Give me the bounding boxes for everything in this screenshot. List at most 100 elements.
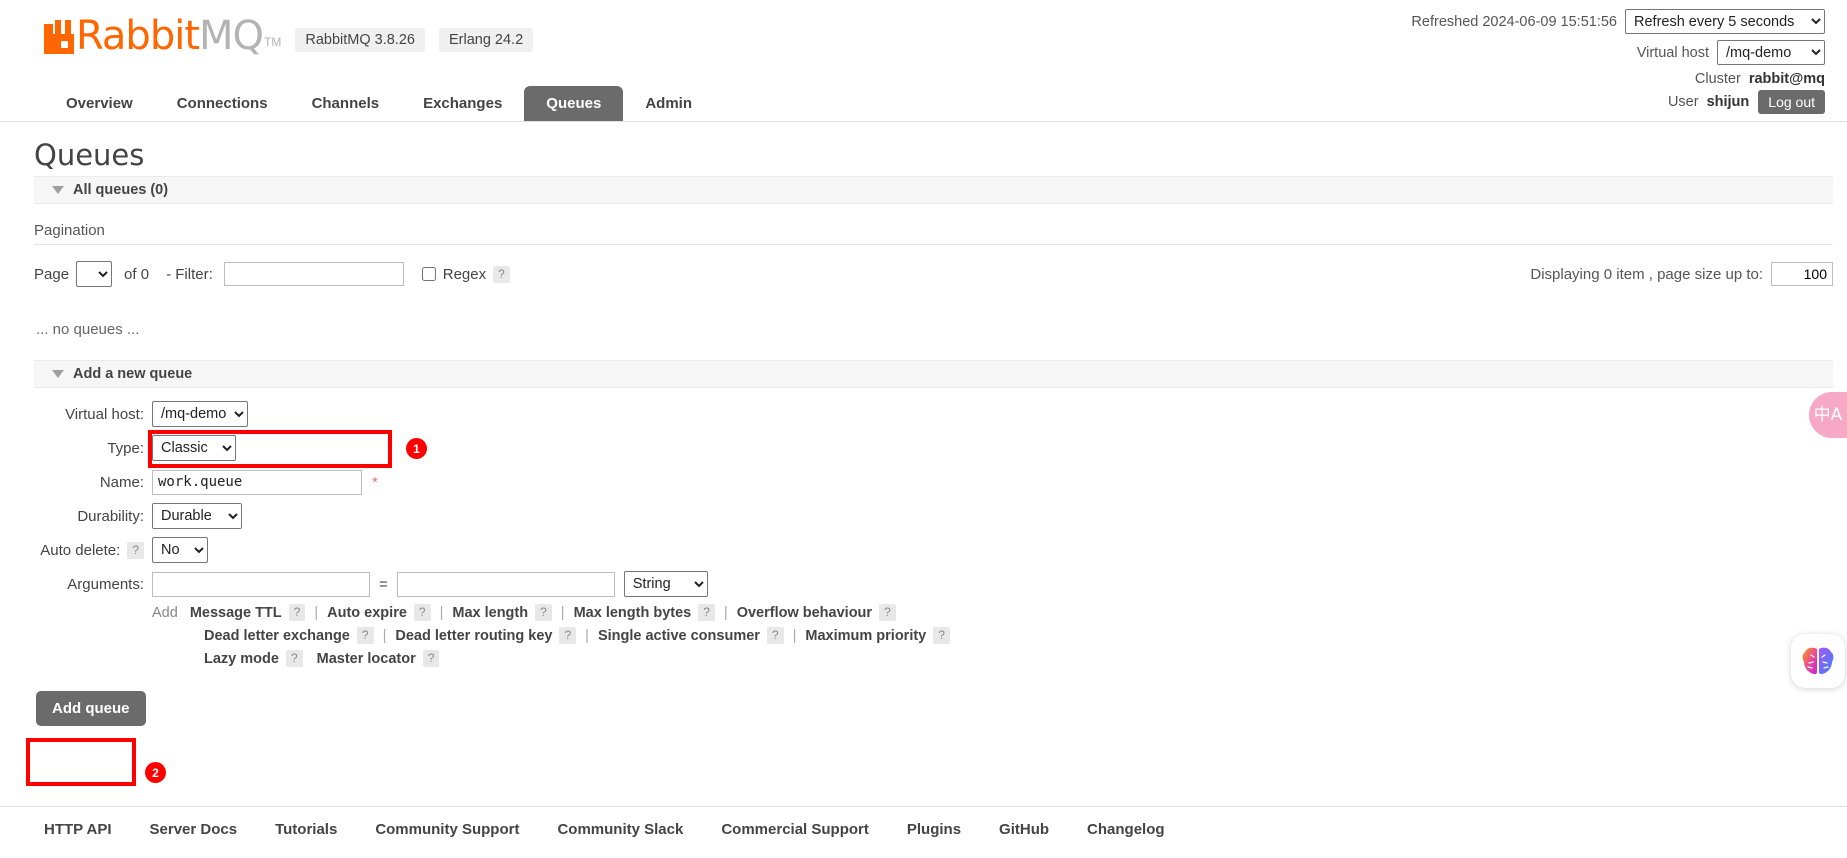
argument-add-label: Add [152,604,178,621]
page-select[interactable] [76,261,113,287]
preset-separator: | [585,627,589,644]
preset-dead-letter-routing-key[interactable]: Dead letter routing key [395,628,552,644]
filter-input[interactable] [223,262,404,286]
tab-exchanges[interactable]: Exchanges [401,86,524,121]
user-label: User [1667,94,1699,110]
single-active-consumer-help-icon[interactable]: ? [766,627,784,644]
master-locator-help-icon[interactable]: ? [422,650,440,667]
preset-dead-letter-exchange[interactable]: Dead letter exchange [204,628,350,644]
add-queue-submit-row: Add queue [36,691,1847,726]
dead-letter-routing-key-help-icon[interactable]: ? [559,627,577,644]
form-row-arguments: Arguments: = String [0,570,1847,598]
argument-value-input[interactable] [396,571,615,597]
footer-link-server-docs[interactable]: Server Docs [150,821,238,838]
vhost-row: Virtual host /mq-demo [1411,40,1825,65]
regex-checkbox[interactable] [421,267,436,281]
vhost-select[interactable]: /mq-demo [1717,40,1825,65]
tab-connections[interactable]: Connections [155,86,290,121]
main-content: Queues All queues (0) Pagination Page of… [0,138,1847,726]
page-size-input[interactable] [1771,262,1833,286]
ai-assistant-widget-button[interactable] [1791,634,1845,688]
max-length-help-icon[interactable]: ? [535,604,552,621]
user-name: shijun [1706,94,1750,110]
preset-overflow-behaviour[interactable]: Overflow behaviour [737,605,872,621]
footer-link-commercial-support[interactable]: Commercial Support [721,821,869,838]
footer-link-tutorials[interactable]: Tutorials [275,821,337,838]
translate-widget-button[interactable]: 中A [1809,392,1847,438]
main-navigation: Overview Connections Channels Exchanges … [44,86,714,121]
overflow-behaviour-help-icon[interactable]: ? [879,604,896,621]
refreshed-timestamp: Refreshed 2024-06-09 15:51:56 [1411,13,1617,30]
translate-icon: 中A [1813,404,1843,425]
pagination-controls: Page of 0 - Filter: Regex ? Displaying 0… [34,259,1847,289]
argument-type-select[interactable]: String [623,571,708,597]
tab-overview[interactable]: Overview [44,86,155,121]
max-length-bytes-help-icon[interactable]: ? [698,604,715,621]
tab-queues[interactable]: Queues [524,86,624,121]
header-controls: Refreshed 2024-06-09 15:51:56 Refresh ev… [1411,9,1825,120]
footer-link-community-support[interactable]: Community Support [375,821,519,838]
lazy-mode-help-icon[interactable]: ? [285,650,303,667]
add-queue-button[interactable]: Add queue [36,691,146,726]
message-ttl-help-icon[interactable]: ? [288,604,306,621]
preset-auto-expire[interactable]: Auto expire [327,605,407,621]
argument-presets-row-1: Add Message TTL ? | Auto expire ? | Max … [152,604,896,621]
regex-control: Regex ? [421,265,510,283]
preset-max-length-bytes[interactable]: Max length bytes [574,605,692,621]
preset-message-ttl[interactable]: Message TTL [190,605,282,621]
preset-max-length[interactable]: Max length [452,605,528,621]
all-queues-section-header[interactable]: All queues (0) [34,176,1833,204]
cluster-label: Cluster [1694,71,1741,87]
preset-single-active-consumer[interactable]: Single active consumer [598,628,760,644]
add-queue-section-header[interactable]: Add a new queue [34,360,1833,388]
form-vhost-select[interactable]: /mq-demo [152,401,248,427]
rabbitmq-logo-icon [44,20,74,54]
preset-master-locator[interactable]: Master locator [317,651,416,667]
footer-link-changelog[interactable]: Changelog [1087,821,1165,838]
form-durability-label: Durability: [77,507,144,525]
preset-lazy-mode[interactable]: Lazy mode [204,651,279,667]
argument-equals-sign: = [379,575,388,593]
dead-letter-exchange-help-icon[interactable]: ? [356,627,374,644]
tab-channels[interactable]: Channels [290,86,402,121]
page-footer: HTTP API Server Docs Tutorials Community… [0,806,1847,838]
auto-expire-help-icon[interactable]: ? [413,604,431,621]
form-row-name: Name: * [0,468,1847,496]
page-count-label: of 0 [124,265,150,283]
collapse-triangle-icon[interactable] [52,370,64,378]
form-auto-delete-label-wrap: Auto delete: ? [34,541,152,559]
preset-maximum-priority[interactable]: Maximum priority [805,628,926,644]
argument-presets-row-2: Dead letter exchange ? | Dead letter rou… [204,627,950,644]
tab-admin[interactable]: Admin [623,86,714,121]
form-durability-select[interactable]: Durable [152,503,242,529]
no-queues-message: ... no queues ... [36,321,140,338]
form-row-durability: Durability: Durable [0,502,1847,530]
footer-link-http-api[interactable]: HTTP API [44,821,112,838]
annotation-badge-1: 1 [406,438,427,459]
logout-button[interactable]: Log out [1758,90,1825,114]
logo-text-rabbit: Rabbit [76,13,200,59]
form-arguments-label: Arguments: [67,575,144,593]
form-row-type: Type: Classic [0,434,1847,462]
form-vhost-label: Virtual host: [65,405,144,423]
form-type-select[interactable]: Classic [152,435,236,461]
queue-name-input[interactable] [152,469,362,495]
refresh-row: Refreshed 2024-06-09 15:51:56 Refresh ev… [1411,9,1825,34]
cluster-name: rabbit@mq [1748,71,1825,87]
refresh-interval-select[interactable]: Refresh every 5 seconds [1625,9,1825,34]
form-auto-delete-label: Auto delete: [40,541,121,559]
logo-text-mq: MQ [199,13,264,59]
footer-link-github[interactable]: GitHub [999,821,1049,838]
auto-delete-help-icon[interactable]: ? [127,541,144,559]
regex-help-icon[interactable]: ? [493,265,510,283]
vhost-label: Virtual host [1636,44,1709,61]
footer-link-community-slack[interactable]: Community Slack [557,821,683,838]
preset-separator: | [439,604,444,621]
argument-key-input[interactable] [152,571,370,597]
footer-link-plugins[interactable]: Plugins [907,821,961,838]
maximum-priority-help-icon[interactable]: ? [933,627,950,644]
rabbitmq-logo[interactable]: Rabbit MQ TM RabbitMQ 3.8.26 Erlang 24.2 [44,13,534,59]
form-auto-delete-select[interactable]: No [152,537,208,563]
collapse-triangle-icon[interactable] [52,186,64,194]
user-row: User shijun Log out [1411,90,1825,114]
